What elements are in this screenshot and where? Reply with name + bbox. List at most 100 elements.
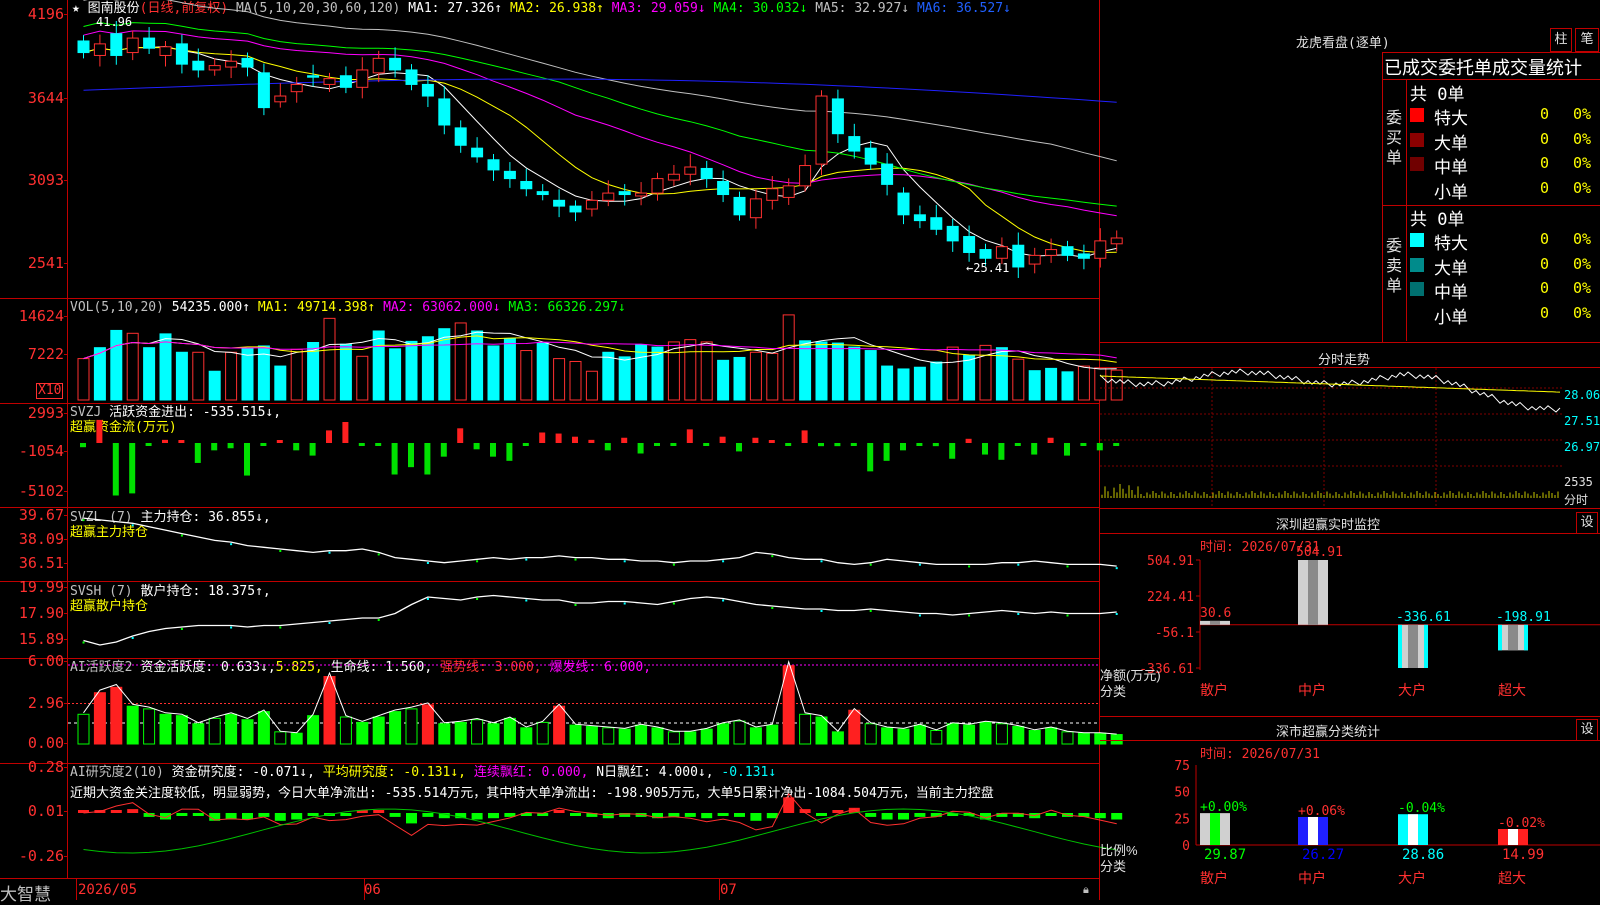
- active-bar: [93, 692, 106, 745]
- vol-bar: [241, 347, 254, 401]
- candle: [766, 188, 779, 201]
- date-label-jul: 07: [720, 882, 737, 898]
- flow-bar: [654, 443, 660, 446]
- svsh-dot: [771, 607, 774, 609]
- flow-bar: [965, 438, 972, 443]
- svzl-tick-0: 39.67: [18, 506, 64, 524]
- flow-bar: [227, 443, 234, 449]
- research-bar: [570, 813, 581, 816]
- vol-bar: [815, 341, 828, 401]
- svzl-tick-2: 36.51: [18, 554, 64, 572]
- vol-bar: [799, 340, 812, 401]
- research-bar: [766, 813, 778, 819]
- active-bar: [471, 719, 484, 745]
- vol-bar: [93, 347, 106, 401]
- svsh-dot: [328, 622, 331, 624]
- candle: [995, 246, 1008, 259]
- vol-bar: [192, 351, 205, 401]
- main-y-tick-3: 2541: [27, 254, 64, 272]
- ai-active-y-axis: 6.00 2.96 0.00: [0, 653, 68, 763]
- buy-pct: 0%: [1573, 105, 1592, 123]
- research-bar: [422, 813, 434, 817]
- svsh-dot: [968, 614, 971, 617]
- bar-mode-button[interactable]: 柱: [1550, 28, 1572, 52]
- candle: [471, 147, 484, 158]
- research-bar: [110, 810, 122, 813]
- svsh-dot: [377, 619, 380, 621]
- ma4-line: [83, 21, 1117, 207]
- legend-swatch: [1410, 181, 1424, 196]
- active-bar: [536, 721, 549, 745]
- intraday-price-line: [1099, 368, 1561, 413]
- active-bar: [175, 715, 188, 745]
- candle: [520, 180, 533, 190]
- flow-bar: [604, 443, 611, 451]
- ai-research-y-axis: 0.28 0.01 -0.26: [0, 759, 68, 878]
- vol-bar: [979, 344, 992, 401]
- stat-x-label: 分类: [1100, 859, 1126, 874]
- stat-bar: [1398, 814, 1428, 845]
- unit-badge[interactable]: X10: [36, 383, 64, 399]
- stat-bar: [1298, 816, 1328, 845]
- candle: [897, 192, 910, 216]
- candle: [421, 83, 434, 97]
- lhb-title: 龙虎看盘(逐单): [1296, 36, 1390, 51]
- main-y-tick-1: 3644: [27, 89, 64, 107]
- svsh-dot: [180, 628, 183, 630]
- flow-bar: [506, 443, 513, 461]
- svsh-dot: [918, 614, 921, 617]
- active-bar: [618, 728, 631, 745]
- vol-bar: [930, 361, 943, 401]
- ai1-y-tick-0: 6.00: [27, 652, 64, 670]
- retail-holding-chart: [82, 594, 1118, 646]
- svzl-dot: [377, 553, 380, 556]
- settings-button-2[interactable]: 设: [1576, 719, 1598, 741]
- research-green-line: [83, 808, 1117, 854]
- candle: [339, 75, 352, 88]
- vol-bar: [635, 344, 648, 401]
- svsh-dot: [230, 626, 233, 629]
- flow-bar: [1047, 437, 1054, 443]
- main-y-axis: 4196 3644 3093 2541: [0, 0, 68, 298]
- stat-change-label: -0.02%: [1498, 816, 1545, 831]
- sz-monitor-chart: 504.91224.41-56.1-336.6130.6散户504.91中户-3…: [1100, 545, 1600, 699]
- candle: [77, 40, 90, 54]
- flow-bar: [900, 443, 906, 451]
- brand-logo[interactable]: 大智慧: [0, 880, 51, 905]
- vol-bar: [684, 339, 697, 401]
- vol-bar: [897, 368, 910, 401]
- legend-swatch: [1410, 282, 1424, 296]
- vol-bar: [733, 356, 746, 401]
- vol-bar: [881, 365, 894, 401]
- svsh-dot: [722, 599, 725, 602]
- candle: [143, 37, 156, 49]
- svsh-dot: [131, 637, 134, 639]
- stat-change-label: -0.04%: [1398, 801, 1445, 816]
- active-bar: [1028, 730, 1041, 745]
- vol-bar: [421, 336, 434, 401]
- order-stat-tabs[interactable]: 已成交委托单成交量统计: [1384, 54, 1582, 80]
- tick-mode-button[interactable]: 笔: [1575, 28, 1599, 52]
- settings-button[interactable]: 设: [1576, 512, 1598, 534]
- active-bar: [881, 727, 894, 745]
- candlestick-chart[interactable]: 41.96 ←25.41: [68, 0, 1123, 298]
- volume-chart: [77, 314, 1123, 401]
- candle: [438, 98, 451, 126]
- lock-icon[interactable]: 🔒︎: [1083, 883, 1089, 897]
- flow-bar: [736, 443, 742, 452]
- flow-bar: [112, 443, 119, 496]
- candle: [569, 205, 582, 213]
- monitor-bar: [1298, 560, 1328, 625]
- flow-bar: [703, 443, 710, 446]
- svzl-line: [83, 517, 1117, 567]
- buy-label: 中单: [1434, 158, 1468, 178]
- candle: [979, 249, 992, 259]
- intraday-chart[interactable]: [1099, 368, 1564, 508]
- buy-row: 小单 0 0%: [1408, 178, 1600, 203]
- active-bar: [913, 724, 926, 745]
- sell-label: 特大: [1434, 234, 1468, 254]
- research-bar: [783, 797, 795, 813]
- vol-bar: [766, 352, 779, 401]
- ai-active-chart: [68, 660, 1123, 745]
- research-bar: [881, 813, 893, 820]
